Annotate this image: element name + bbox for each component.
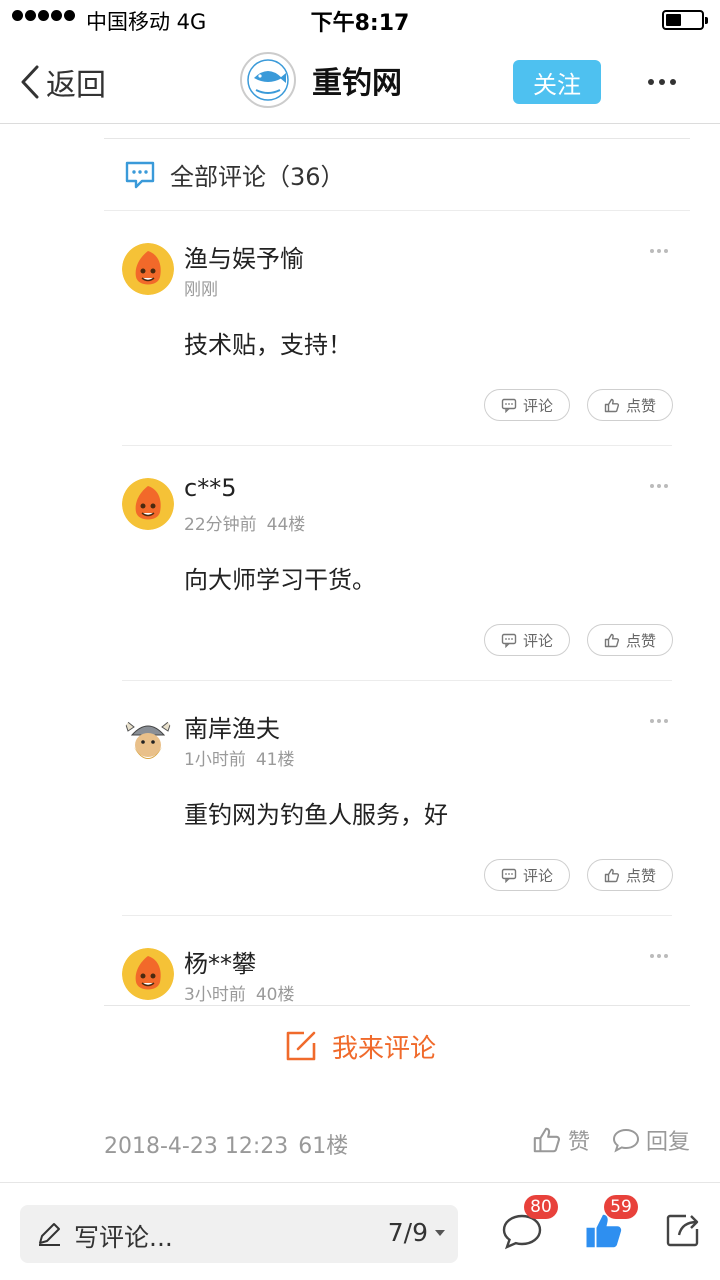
back-button[interactable]: 返回 — [20, 60, 106, 104]
comments-panel: 全部评论（36） 渔与娱予愉 刚刚 技术贴，支持！ 评论 点赞 c**5 22分… — [104, 138, 690, 1006]
post-reply-label: 回复 — [645, 1130, 690, 1155]
comments-header: 全部评论（36） — [104, 139, 690, 211]
battery-level — [666, 14, 681, 26]
post-date: 2018-4-23 12:23 — [104, 1134, 289, 1159]
comment-meta: 3小时前 40楼 — [184, 980, 294, 1005]
comments-count-button[interactable]: 80 — [500, 1195, 558, 1255]
comment-reply-label: 评论 — [522, 866, 553, 885]
site-logo-icon[interactable] — [240, 52, 296, 108]
comment-more-icon[interactable] — [650, 484, 668, 488]
comment-like-label: 点赞 — [625, 631, 656, 650]
comment-like-button[interactable]: 点赞 — [587, 389, 673, 421]
comment-meta: 刚刚 — [184, 275, 218, 300]
back-label: 返回 — [46, 68, 106, 103]
post-like-label: 赞 — [567, 1130, 590, 1155]
write-comment-label: 我来评论 — [331, 1033, 436, 1064]
comment-reply-button[interactable]: 评论 — [484, 624, 570, 656]
comment-time: 刚刚 — [184, 280, 218, 300]
orange-mascot-icon — [122, 243, 174, 295]
nav-bar: 返回 重钓网 关注 — [0, 40, 720, 124]
reply-icon — [501, 868, 517, 883]
thumbs-up-icon — [604, 398, 620, 412]
avatar[interactable] — [122, 243, 174, 295]
comment-more-icon[interactable] — [650, 249, 668, 253]
follow-button[interactable]: 关注 — [513, 60, 601, 104]
comment-time: 3小时前 — [184, 985, 246, 1005]
comment-item: 南岸渔夫 1小时前 41楼 重钓网为钓鱼人服务，好 评论 点赞 — [104, 681, 690, 916]
comment-like-label: 点赞 — [625, 396, 656, 415]
comment-like-button[interactable]: 点赞 — [587, 624, 673, 656]
comment-item: 渔与娱予愉 刚刚 技术贴，支持！ 评论 点赞 — [104, 211, 690, 446]
avatar[interactable] — [122, 948, 174, 1000]
comment-time: 22分钟前 — [184, 515, 257, 535]
thumbs-up-icon — [604, 868, 620, 882]
edit-icon — [286, 1031, 316, 1061]
avatar[interactable] — [122, 713, 174, 765]
comment-reply-button[interactable]: 评论 — [484, 859, 570, 891]
post-footer: 2018-4-23 12:23 61楼 赞 回复 — [104, 1124, 690, 1164]
comment-author[interactable]: 杨**攀 — [184, 944, 256, 979]
orange-mascot-icon — [122, 478, 174, 530]
comment-like-button[interactable]: 点赞 — [587, 859, 673, 891]
status-bar: 中国移动 4G 下午8:17 — [0, 0, 720, 40]
bottom-toolbar: 写评论... 7/9 80 59 — [0, 1183, 720, 1280]
post-actions: 赞 回复 — [532, 1124, 690, 1156]
comment-meta: 1小时前 41楼 — [184, 745, 294, 770]
comment-author[interactable]: c**5 — [184, 474, 236, 502]
post-reply-button[interactable]: 回复 — [612, 1124, 690, 1156]
compose-placeholder: 写评论... — [74, 1223, 173, 1252]
post-floor: 61楼 — [298, 1134, 349, 1159]
comments-title: 全部评论（36） — [170, 163, 345, 191]
comment-more-icon[interactable] — [650, 954, 668, 958]
orange-mascot-icon — [122, 948, 174, 1000]
reply-icon — [501, 633, 517, 648]
viking-avatar-icon — [122, 713, 174, 765]
speech-bubble-icon — [612, 1128, 639, 1153]
comment-floor: 40楼 — [255, 985, 295, 1005]
comment-item: 杨**攀 3小时前 40楼 — [104, 916, 690, 1005]
comment-reply-label: 评论 — [522, 631, 553, 650]
share-icon — [666, 1214, 699, 1247]
thumbs-up-icon — [604, 633, 620, 647]
battery-icon — [662, 10, 708, 30]
chevron-left-icon — [21, 65, 39, 99]
compose-comment-field[interactable]: 写评论... 7/9 — [20, 1205, 458, 1263]
site-name: 重钓网 — [312, 66, 402, 101]
share-button[interactable] — [664, 1211, 708, 1255]
post-meta: 2018-4-23 12:23 61楼 — [104, 1128, 348, 1160]
more-options-icon[interactable] — [648, 72, 680, 92]
comment-time: 1小时前 — [184, 750, 246, 770]
post-like-button[interactable]: 赞 — [532, 1124, 590, 1156]
clock: 下午8:17 — [310, 11, 410, 36]
avatar[interactable] — [122, 478, 174, 530]
comment-floor: 44楼 — [266, 515, 306, 535]
comment-author[interactable]: 渔与娱予愉 — [184, 239, 304, 274]
comment-text: 技术贴，支持！ — [184, 331, 352, 359]
comment-text: 重钓网为钓鱼人服务，好 — [184, 801, 448, 829]
page-indicator[interactable]: 7/9 — [388, 1218, 446, 1247]
comment-more-icon[interactable] — [650, 719, 668, 723]
thumbs-up-icon — [533, 1127, 560, 1153]
comment-floor: 41楼 — [255, 750, 295, 770]
comment-author[interactable]: 南岸渔夫 — [184, 709, 280, 744]
like-count-badge: 59 — [604, 1195, 638, 1219]
comment-item: c**5 22分钟前 44楼 向大师学习干货。 评论 点赞 — [104, 446, 690, 681]
comment-count-badge: 80 — [524, 1195, 558, 1219]
comment-meta: 22分钟前 44楼 — [184, 510, 305, 535]
comment-reply-button[interactable]: 评论 — [484, 389, 570, 421]
site-header: 重钓网 — [240, 52, 402, 108]
write-comment-link[interactable]: 我来评论 — [0, 1024, 720, 1068]
comment-like-label: 点赞 — [625, 866, 656, 885]
comment-text: 向大师学习干货。 — [184, 566, 376, 594]
pencil-icon — [39, 1223, 60, 1246]
comment-reply-label: 评论 — [522, 396, 553, 415]
caret-down-icon — [435, 1229, 445, 1236]
comment-bubble-icon — [125, 161, 155, 188]
page-indicator-label: 7/9 — [387, 1218, 428, 1247]
reply-icon — [501, 398, 517, 413]
like-count-button[interactable]: 59 — [584, 1195, 638, 1255]
